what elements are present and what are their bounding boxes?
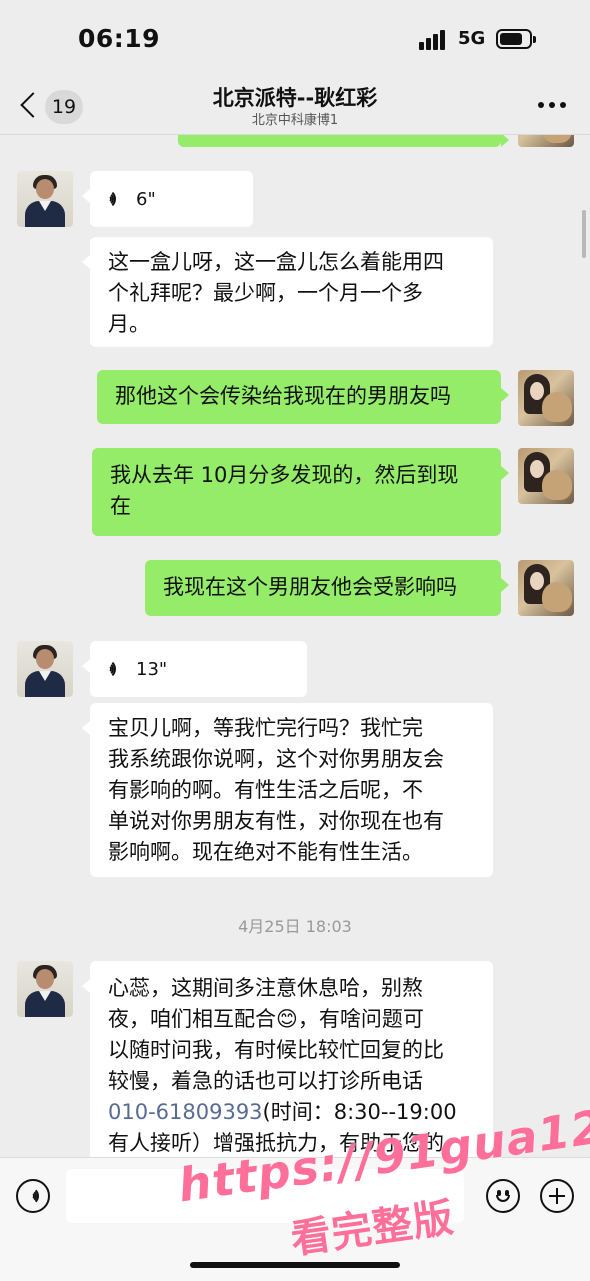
message-line: 我从去年 10月分多发现的，然后到现 bbox=[110, 463, 459, 487]
contact-avatar[interactable] bbox=[17, 641, 73, 697]
voice-input-button[interactable] bbox=[16, 1179, 50, 1213]
voice-duration: 13" bbox=[136, 658, 168, 680]
message-line: 有影响的啊。有性生活之后呢，不 bbox=[108, 778, 423, 802]
message-line: 夜，咱们相互配合😊，有啥问题可 bbox=[108, 1007, 424, 1031]
message-bubble[interactable]: 我从去年 10月分多发现的，然后到现 在 bbox=[92, 448, 509, 536]
voice-wave-icon bbox=[30, 1186, 46, 1206]
clock: 06:19 bbox=[78, 24, 161, 53]
contact-avatar[interactable] bbox=[17, 961, 73, 1017]
battery-icon bbox=[496, 29, 536, 49]
scrollbar[interactable] bbox=[582, 210, 586, 258]
status-bar: 06:19 5G bbox=[0, 0, 590, 80]
message-bubble[interactable]: 宝贝儿啊，等我忙完行吗？我忙完 我系统跟你说啊，这个对你男朋友会 有影响的啊。有… bbox=[82, 703, 493, 877]
emoji-button[interactable] bbox=[486, 1179, 520, 1213]
message-line: 较慢，着急的话也可以打诊所电话 bbox=[108, 1069, 423, 1093]
voice-message[interactable]: 6" bbox=[82, 171, 253, 227]
message-line: 月。 bbox=[108, 312, 150, 336]
my-avatar[interactable] bbox=[518, 560, 574, 616]
my-avatar[interactable] bbox=[518, 135, 574, 147]
voice-wave-icon bbox=[108, 659, 124, 679]
message-line: 我系统跟你说啊，这个对你男朋友会 bbox=[108, 747, 444, 771]
contact-avatar[interactable] bbox=[17, 171, 73, 227]
network-type: 5G bbox=[458, 28, 486, 49]
more-functions-button[interactable] bbox=[540, 1179, 574, 1213]
message-bubble[interactable]: 那他这个会传染给我现在的男朋友吗 bbox=[97, 370, 509, 424]
chat-title: 北京派特--耿红彩 bbox=[212, 86, 378, 110]
signal-icon bbox=[419, 30, 451, 50]
more-options-button[interactable] bbox=[538, 100, 568, 110]
voice-message[interactable]: 13" bbox=[82, 641, 307, 697]
home-indicator bbox=[190, 1262, 400, 1268]
message-line: 以随时问我，有时候比较忙回复的比 bbox=[108, 1038, 444, 1062]
voice-wave-icon bbox=[108, 189, 124, 209]
message-line: 在 bbox=[110, 494, 131, 518]
message-line: 那他这个会传染给我现在的男朋友吗 bbox=[115, 384, 451, 408]
message-bubble[interactable]: 心蕊，这期间多注意休息哈，别熬 夜，咱们相互配合😊，有啥问题可 以随时问我，有时… bbox=[82, 961, 493, 1157]
phone-hours: (时间：8:30--19:00 bbox=[262, 1100, 457, 1124]
timestamp: 4月25日 18:03 bbox=[238, 917, 352, 936]
message-line: 宝贝儿啊，等我忙完行吗？我忙完 bbox=[108, 716, 423, 740]
message-bubble[interactable]: 这一盒儿呀，这一盒儿怎么着能用四 个礼拜呢？最少啊，一个月一个多 月。 bbox=[82, 237, 493, 347]
message-line: 010-61809393(时间：8:30--19:00 bbox=[108, 1097, 475, 1128]
message-bubble[interactable]: 我现在这个男朋友他会受影响吗 bbox=[145, 560, 509, 616]
message-line: 有人接听）增强抵抗力，有助于您的 bbox=[108, 1131, 444, 1155]
message-list[interactable]: 6" 这一盒儿呀，这一盒儿怎么着能用四 个礼拜呢？最少啊，一个月一个多 月。 那… bbox=[0, 135, 590, 1157]
message-line: 这一盒儿呀，这一盒儿怎么着能用四 bbox=[108, 250, 444, 274]
message-bubble-partial[interactable] bbox=[178, 135, 509, 147]
message-line: 单说对你男朋友有性，对你现在也有 bbox=[108, 809, 444, 833]
message-line: 心蕊，这期间多注意休息哈，别熬 bbox=[108, 976, 423, 1000]
phone-link[interactable]: 010-61809393 bbox=[108, 1100, 263, 1124]
message-input[interactable] bbox=[66, 1169, 464, 1223]
voice-duration: 6" bbox=[136, 188, 156, 210]
message-line: 影响啊。现在绝对不能有性生活。 bbox=[108, 840, 423, 864]
my-avatar[interactable] bbox=[518, 370, 574, 426]
chat-header: 19 北京派特--耿红彩 北京中科康博1 bbox=[0, 80, 590, 135]
message-line: 我现在这个男朋友他会受影响吗 bbox=[163, 575, 457, 599]
more-icon bbox=[538, 102, 544, 108]
chat-subtitle: 北京中科康博1 bbox=[251, 113, 339, 128]
message-line: 个礼拜呢？最少啊，一个月一个多 bbox=[108, 281, 423, 305]
my-avatar[interactable] bbox=[518, 448, 574, 504]
